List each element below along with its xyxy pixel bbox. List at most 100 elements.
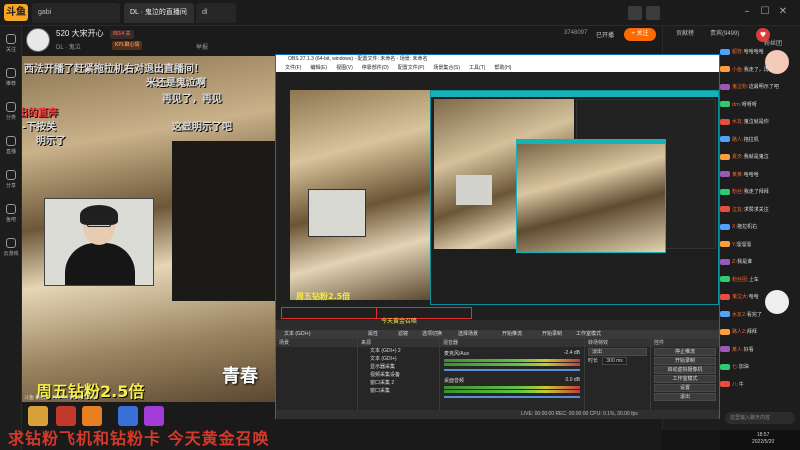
obs-toolbar-tab[interactable]: 选项切换 (418, 331, 446, 338)
nav-item-2[interactable]: 分类 (0, 98, 22, 128)
obs-toolbar-tab[interactable]: 工作室模式 (572, 331, 605, 338)
chat-message: 鬼泣粉:这最明示了吧 (720, 83, 792, 90)
obs-control-button[interactable]: 工作室模式 (654, 375, 716, 383)
chat-username[interactable]: 粉丝团: (732, 277, 749, 283)
chat-text: 哈哈 (748, 294, 759, 300)
obs-toolbar-tab[interactable]: 属性 (364, 331, 382, 338)
inbox-icon[interactable] (628, 6, 642, 20)
chat-username[interactable]: 某人: (732, 347, 744, 353)
source-item[interactable]: 视频采集设备 (358, 371, 439, 379)
source-item[interactable]: 窗口采集 2 (358, 379, 439, 387)
chat-username[interactable]: 水友: (732, 119, 744, 125)
chat-username[interactable]: 鬼泣粉: (732, 84, 749, 90)
nested-title-bar-2 (516, 139, 666, 143)
obs-menu-item[interactable]: 场景集合(S) (433, 65, 460, 71)
chat-username[interactable]: dm: (732, 102, 742, 108)
nav-item-3[interactable]: 直播 (0, 132, 22, 162)
mixer-channel-db: 0.0 dB (565, 377, 580, 383)
obs-menu-item[interactable]: 文件(F) (285, 65, 301, 71)
room-sub-info[interactable]: DL · 鬼泣 (56, 42, 81, 51)
chat-username[interactable]: 水友2: (732, 312, 747, 318)
source-item[interactable]: 窗口采集 (358, 387, 439, 395)
obs-menu-item[interactable]: 帮助(H) (494, 65, 511, 71)
obs-control-button[interactable]: 开始录制 (654, 357, 716, 365)
level-badge-icon (720, 293, 730, 300)
obs-menu-item[interactable]: 工具(T) (469, 65, 485, 71)
mixer-header: 混音器 (440, 339, 584, 347)
preview-red-box-2: 今天黄金召唤 (376, 307, 472, 325)
chat-username[interactable]: 路人: (732, 137, 744, 143)
obs-menu-item[interactable]: 停靠部件(D) (362, 65, 389, 71)
browser-tab-dl[interactable]: dl (196, 3, 236, 23)
close-icon[interactable]: ✕ (776, 5, 790, 19)
level-badge-icon (720, 171, 730, 177)
minimize-icon[interactable]: – (740, 5, 754, 19)
gift-icon-1[interactable] (28, 406, 48, 426)
nav-item-5[interactable]: 鱼吧 (0, 200, 22, 230)
chat-username[interactable]: 小鱼: (732, 67, 744, 73)
taskbar-clock[interactable]: 18:57 2022/5/20 (752, 432, 774, 446)
obs-window[interactable]: OBS 27.1.3 (64-bit, windows) - 配置文件: 未命名… (275, 54, 720, 419)
obs-menu-item[interactable]: 视图(V) (336, 65, 353, 71)
obs-control-button[interactable]: 设置 (654, 384, 716, 392)
nav-item-1[interactable]: 推荐 (0, 64, 22, 94)
level-badge-icon (720, 83, 730, 90)
transition-select[interactable]: 淡出 (588, 348, 647, 356)
chat-username[interactable]: 超管: (732, 49, 744, 55)
follow-button[interactable]: + 关注 (624, 28, 656, 41)
source-item[interactable]: 显示器采集 (358, 363, 439, 371)
nav-item-0[interactable]: 关注 (0, 30, 22, 60)
obs-control-button[interactable]: 停止推流 (654, 348, 716, 356)
tab-vip[interactable]: 贵宾(9499) (710, 28, 739, 37)
streamer-avatar[interactable] (26, 28, 50, 52)
chat-text: 呀呀呀 (741, 101, 757, 108)
gift-icon-2[interactable] (56, 406, 76, 426)
source-item[interactable]: 文本 (GDI+) (358, 355, 439, 363)
chat-username[interactable]: 泣友: (732, 207, 744, 213)
search-tab[interactable]: gabi (32, 3, 120, 23)
chat-input[interactable]: 这里输入聊天内容 (725, 412, 795, 424)
preview-banner: 周五钻粉2.5倍 (296, 292, 351, 301)
source-item[interactable]: 文本 (GDI+) 2 (358, 347, 439, 355)
browser-tab-room[interactable]: DL · 鬼泣的直播间 (124, 3, 194, 23)
chat-username[interactable]: 路人2: (732, 329, 747, 335)
obs-toolbar-tab[interactable]: 选择场景 (454, 331, 482, 338)
obs-toolbar-tab[interactable]: 开始录制 (538, 331, 566, 338)
chat-username[interactable]: 某某: (732, 172, 744, 178)
obs-control-button[interactable]: 启动虚拟摄像机 (654, 366, 716, 374)
chat-username[interactable]: 夏天: (732, 154, 744, 160)
gift-icon-3[interactable] (82, 406, 102, 426)
history-icon[interactable] (646, 6, 660, 20)
chat-username[interactable]: 八: (732, 382, 739, 388)
video-player[interactable]: 西法开播了赶紧拖拉机右对退出直播间！ 米还是鬼泣啊 再见了，再见 出的直奔 -下… (22, 56, 275, 402)
duration-input[interactable]: 300 ms (602, 357, 627, 365)
nav-item-6[interactable]: 云游戏 (0, 234, 22, 264)
chat-username[interactable]: 七: (732, 364, 739, 370)
chat-text: 我走了，再见 (743, 66, 774, 73)
platform-logo[interactable]: 斗鱼 (4, 4, 28, 21)
obs-control-button[interactable]: 退出 (654, 393, 716, 401)
chat-message: 水友:鬼泣就是你 (720, 118, 792, 125)
obs-menu-item[interactable]: 编辑(E) (310, 65, 327, 71)
maximize-icon[interactable]: ☐ (758, 5, 772, 19)
heart-icon[interactable]: ♥ (756, 28, 770, 42)
obs-toolbar-tab[interactable]: 开始推流 (498, 331, 526, 338)
mixer-channel-head: 桌面音频 0.0 dB (444, 377, 580, 384)
chat-message: 夏天:我就是鬼泣 (720, 153, 792, 160)
report-link[interactable]: 举报 (196, 42, 208, 51)
chat-username[interactable]: 鬼泣大: (732, 294, 749, 300)
category-badge[interactable]: KPL聊心情 (112, 41, 143, 50)
obs-menu-item[interactable]: 配置文件(P) (398, 65, 425, 71)
obs-toolbar-tab[interactable]: 滤镜 (394, 331, 412, 338)
level-badge-icon (720, 223, 730, 230)
gift-icon-4[interactable] (118, 406, 138, 426)
nav-item-4[interactable]: 分享 (0, 166, 22, 196)
obs-toolbar-tab[interactable]: 文本 (GDI+) (280, 331, 315, 338)
volume-slider[interactable] (444, 396, 580, 398)
chat-username[interactable]: 粉丝: (732, 189, 744, 195)
danmu-6: 明示了 (36, 136, 66, 147)
chat-text: 我是谁 (737, 259, 753, 265)
tab-contribution[interactable]: 贡献榜 (676, 28, 694, 37)
gift-icon-5[interactable] (144, 406, 164, 426)
volume-slider[interactable] (444, 369, 580, 371)
